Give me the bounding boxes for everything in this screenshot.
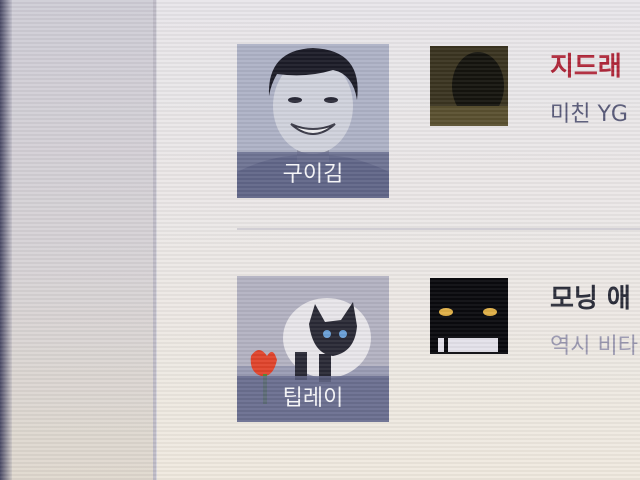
- dark-photo-thumbnail: [430, 46, 508, 126]
- feed-item[interactable]: 팁레이 모닝 애 역시 비타: [237, 276, 640, 436]
- post-subtitle: 역시 비타: [550, 334, 638, 359]
- avatar[interactable]: 구이김: [237, 44, 389, 198]
- post-title[interactable]: 지드래: [550, 46, 640, 83]
- avatar[interactable]: 팁레이: [237, 276, 389, 422]
- post-subtitle: 미친 YG: [550, 102, 628, 127]
- cat-eyes-thumbnail: [430, 278, 508, 354]
- feed-area: 구이김 지드래 미친 YG 팁레이 모닝 애 역시 비타: [157, 0, 640, 480]
- avatar-name-label: 팁레이: [237, 376, 389, 422]
- avatar-name-label: 구이김: [237, 152, 389, 198]
- column-separator: [153, 0, 156, 480]
- feed-divider: [237, 228, 640, 230]
- post-title[interactable]: 모닝 애: [550, 278, 640, 315]
- feed-item[interactable]: 구이김 지드래 미친 YG: [237, 44, 637, 204]
- post-thumbnail[interactable]: [430, 46, 508, 126]
- post-thumbnail[interactable]: [430, 278, 508, 354]
- left-sidebar-strip: [0, 0, 155, 480]
